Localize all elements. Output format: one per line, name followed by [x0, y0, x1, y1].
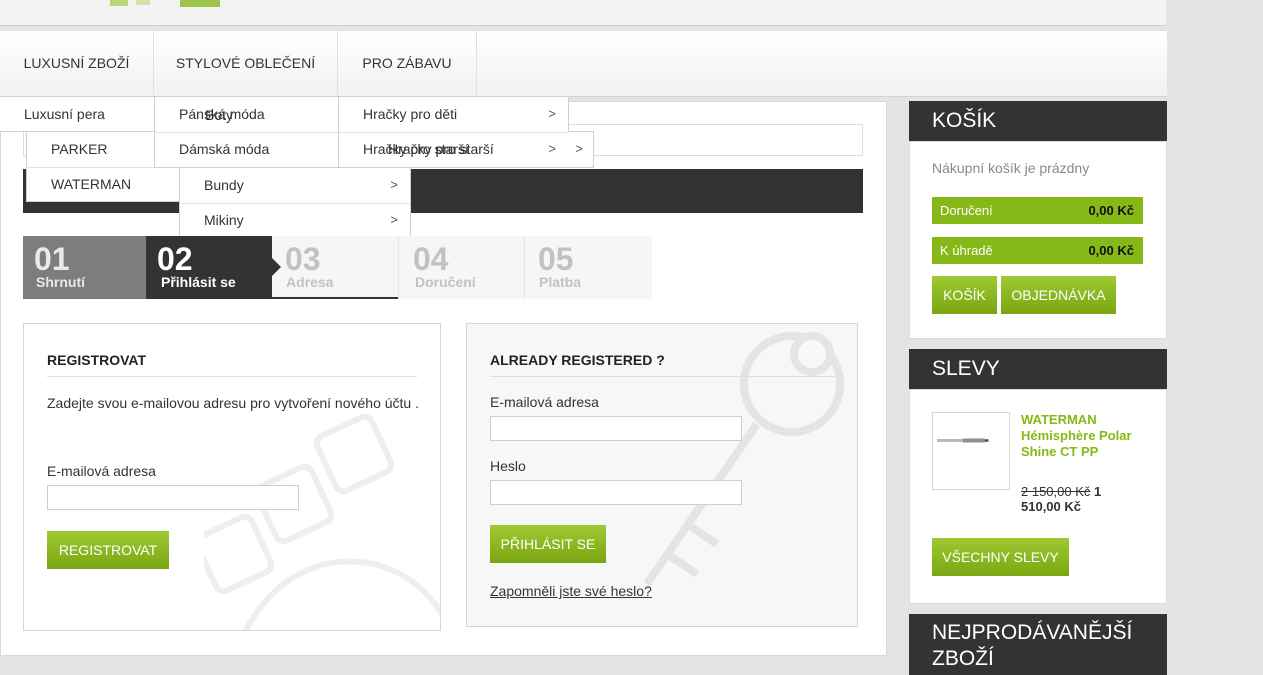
- login-button[interactable]: PŘIHLÁSIT SE: [490, 525, 606, 563]
- chevron-right-icon: >: [548, 141, 556, 156]
- cart-title: KOŠÍK: [909, 101, 1167, 141]
- step-number: 02: [157, 241, 193, 277]
- divider: [47, 376, 417, 377]
- step-login[interactable]: 02 Přihlásit se: [146, 236, 281, 299]
- all-discounts-button[interactable]: VŠECHNY SLEVY: [932, 538, 1069, 576]
- menu-item-jackets-label: Bundy: [204, 177, 244, 193]
- menu-item-hoodies-label: Mikiny: [204, 212, 244, 228]
- cart-total-row: K úhradě 0,00 Kč: [932, 237, 1143, 264]
- dropdown-fun: Hračky pro děti > Hračky pro starší >: [338, 96, 569, 168]
- order-button[interactable]: OBJEDNÁVKA: [1001, 276, 1116, 314]
- dropdown-fashion: Pánská móda Dámská móda Boty: [154, 96, 339, 168]
- chevron-right-icon: >: [575, 141, 583, 156]
- cart-total-label: K úhradě: [940, 243, 993, 258]
- register-intro: Zadejte svou e-mailovou adresu pro vytvo…: [47, 395, 419, 411]
- menu-item-toys-kids[interactable]: Hračky pro děti >: [339, 97, 568, 133]
- cart-empty-text: Nákupní košík je prázdny: [932, 160, 1090, 176]
- forgot-password-link[interactable]: Zapomněli jste své heslo?: [490, 583, 652, 599]
- nav-item-fun[interactable]: PRO ZÁBAVU: [338, 31, 477, 97]
- discount-product-link[interactable]: WATERMAN Hémisphère Polar Shine CT PP: [1021, 412, 1146, 460]
- discount-price: 2 150,00 Kč 1 510,00 Kč: [1021, 484, 1141, 514]
- menu-item-toys-older-overlap[interactable]: Hračky pro starší: [388, 141, 494, 157]
- chevron-right-icon: >: [390, 212, 398, 227]
- logo-fragment[interactable]: [110, 0, 230, 8]
- cart-delivery-value: 0,00 Kč: [1088, 203, 1134, 218]
- step-label: Doručení: [415, 274, 476, 290]
- cart-delivery-row: Doručení 0,00 Kč: [932, 197, 1143, 224]
- menu-item-jackets[interactable]: Bundy >: [180, 168, 410, 204]
- login-title: ALREADY REGISTERED ?: [490, 352, 665, 368]
- menu-item-womens-fashion[interactable]: Dámská móda: [155, 132, 338, 168]
- step-number: 05: [538, 241, 574, 277]
- menu-item-luxury-pens[interactable]: Luxusní pera: [0, 97, 155, 133]
- step-delivery: 04 Doručení: [398, 236, 524, 299]
- discounts-title: SLEVY: [909, 349, 1167, 389]
- step-summary[interactable]: 01 Shrnutí: [23, 236, 149, 299]
- nav-item-luxury[interactable]: LUXUSNÍ ZBOŽÍ: [0, 31, 154, 97]
- cart-button[interactable]: KOŠÍK: [932, 276, 997, 314]
- old-price: 2 150,00 Kč: [1021, 484, 1091, 499]
- step-number: 01: [34, 241, 70, 277]
- step-label: Shrnutí: [36, 274, 85, 290]
- dropdown-outerwear: Bundy > Mikiny >: [179, 167, 411, 239]
- register-email-input[interactable]: [47, 485, 299, 510]
- login-password-input[interactable]: [490, 480, 742, 505]
- pen-icon: [937, 438, 989, 443]
- chevron-right-icon: >: [390, 177, 398, 192]
- step-arrow: [272, 258, 281, 276]
- dropdown-luxury: Luxusní pera: [0, 96, 155, 132]
- chevron-right-icon: >: [548, 106, 556, 121]
- register-title: REGISTROVAT: [47, 352, 147, 368]
- step-payment: 05 Platba: [524, 236, 652, 299]
- menu-item-mens-fashion[interactable]: Pánská móda: [155, 97, 338, 133]
- step-number: 04: [413, 241, 449, 277]
- bestsellers-title: NEJPRODÁVANĚJŠÍ ZBOŽÍ: [909, 614, 1167, 675]
- menu-item-toys-kids-label: Hračky pro děti: [363, 106, 458, 122]
- menu-item-shoes-overlap[interactable]: Boty: [205, 107, 233, 123]
- step-number: 03: [285, 241, 321, 277]
- step-address: 03 Adresa: [272, 236, 398, 299]
- dropdown-fun-sub: >: [568, 131, 594, 168]
- register-email-label: E-mailová adresa: [47, 463, 156, 479]
- login-password-label: Heslo: [490, 458, 526, 474]
- key-watermark-icon: [643, 332, 844, 587]
- product-thumbnail[interactable]: [932, 412, 1010, 490]
- site-header: [0, 0, 1166, 26]
- cart-total-value: 0,00 Kč: [1088, 243, 1134, 258]
- login-email-label: E-mailová adresa: [490, 394, 599, 410]
- login-box: [466, 323, 858, 627]
- register-button[interactable]: REGISTROVAT: [47, 531, 169, 569]
- step-label: Přihlásit se: [161, 274, 236, 290]
- divider: [490, 376, 835, 377]
- menu-item-waterman[interactable]: WATERMAN: [27, 167, 180, 203]
- main-navigation: LUXUSNÍ ZBOŽÍ STYLOVÉ OBLEČENÍ PRO ZÁBAV…: [0, 31, 1167, 97]
- step-label: Platba: [539, 274, 582, 290]
- login-email-input[interactable]: [490, 416, 742, 441]
- step-label: Adresa: [286, 274, 334, 290]
- cart-delivery-label: Doručení: [940, 203, 993, 218]
- nav-item-fashion[interactable]: STYLOVÉ OBLEČENÍ: [154, 31, 338, 97]
- menu-item-hoodies[interactable]: Mikiny >: [180, 203, 410, 239]
- keyboard-watermark-icon: [204, 413, 440, 630]
